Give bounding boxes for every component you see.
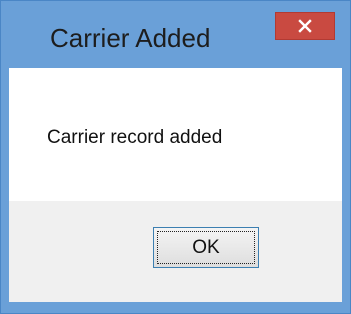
ok-button[interactable]: OK (153, 227, 259, 268)
dialog-title: Carrier Added (50, 23, 211, 53)
button-area: OK (9, 201, 342, 302)
ok-button-label: OK (192, 236, 220, 258)
dialog-body: Carrier record added OK (9, 68, 342, 302)
close-button[interactable] (275, 12, 335, 40)
close-icon (298, 19, 312, 33)
dialog-message: Carrier record added (47, 127, 223, 148)
dialog-window: Carrier Added Carrier record added OK (0, 0, 351, 314)
title-bar[interactable]: Carrier Added (1, 1, 350, 68)
